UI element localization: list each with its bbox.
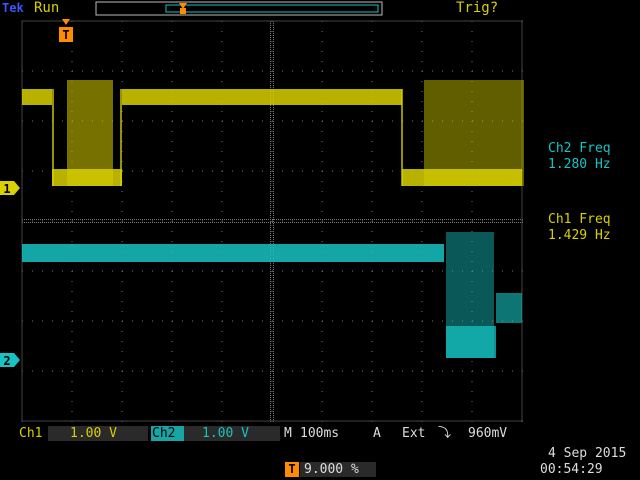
trigger-position-value[interactable]: 9.000 %	[304, 462, 359, 478]
ch1-trace-burst	[424, 80, 524, 186]
record-bar	[95, 1, 383, 16]
svg-text:2: 2	[3, 354, 10, 368]
ch2-ground-marker[interactable]: 2	[0, 353, 20, 368]
ch2-scale-label[interactable]: Ch2	[152, 426, 175, 442]
ch1-trace-edge	[52, 89, 54, 186]
ch2-freq-label: Ch2 Freq	[548, 141, 611, 156]
ch1-trace-high	[22, 89, 52, 105]
record-trigger-block	[180, 8, 186, 14]
ch2-trace-low	[446, 326, 496, 358]
ch1-scale-value: 1.00 V	[70, 426, 117, 441]
ch1-freq-value: 1.429 Hz	[548, 228, 611, 243]
trigger-position-marker[interactable]: T	[59, 19, 73, 42]
ch2-freq-value: 1.280 Hz	[548, 157, 611, 172]
ch1-scale-label[interactable]: Ch1	[19, 426, 42, 442]
trigger-position-icon: T	[285, 462, 299, 477]
ch1-trace-edge	[120, 89, 122, 186]
ch1-ground-marker[interactable]: 1	[0, 181, 20, 196]
ch2-trace-tail	[496, 293, 522, 323]
ch1-trace-high	[122, 89, 402, 105]
time: 00:54:29	[540, 462, 603, 477]
ch1-trace-burst	[67, 80, 113, 186]
trigger-level[interactable]: 960mV	[468, 426, 507, 442]
trigger-status: Trig?	[456, 0, 499, 16]
timebase-label: M	[284, 426, 292, 441]
trigger-mode: A	[373, 426, 381, 441]
record-view-window	[165, 4, 379, 13]
trigger-slope-icon: ⤵	[438, 426, 452, 441]
ch1-trace-edge	[401, 89, 403, 186]
svg-text:T: T	[62, 28, 69, 42]
ch1-freq-label: Ch1 Freq	[548, 212, 611, 227]
date: 4 Sep 2015	[548, 446, 627, 461]
scope-display: T 1 2	[0, 1, 524, 422]
svg-text:1: 1	[3, 182, 10, 196]
trigger-source[interactable]: Ext	[402, 426, 425, 442]
ch2-scale-value: 1.00 V	[202, 426, 249, 441]
ch2-trace-high	[22, 244, 444, 262]
timebase-value[interactable]: 100ms	[300, 426, 339, 442]
